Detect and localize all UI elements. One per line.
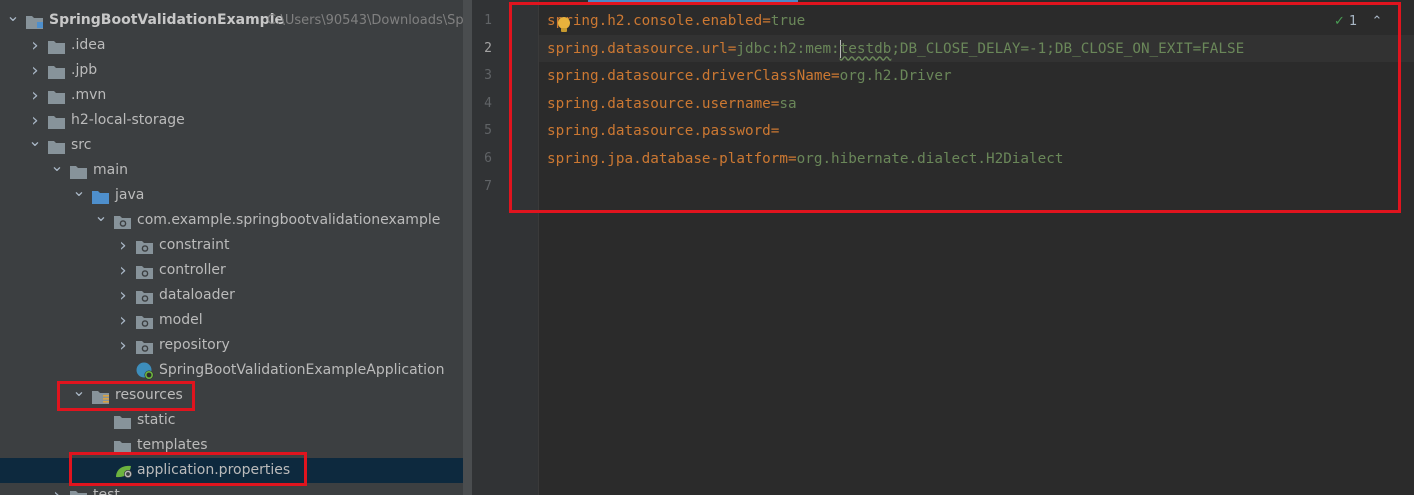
line-number: 7 (484, 178, 492, 194)
tree-item-label: java (115, 187, 145, 203)
chevron-down-icon[interactable]: ⌄ (6, 3, 20, 28)
tree-item-label: .idea (71, 37, 106, 53)
line-number: 2 (484, 40, 492, 56)
chevron-down-icon[interactable]: ⌄ (94, 203, 108, 228)
tree-item[interactable]: static (0, 408, 472, 433)
tree-item[interactable]: ⌄ SpringBootValidationExample C:\Users\905… (0, 6, 472, 33)
chevron-right-icon[interactable]: › (28, 83, 42, 108)
tree-item[interactable]: ⌄ src (0, 131, 472, 158)
tree-item-label: dataloader (159, 287, 235, 303)
tree-item[interactable]: › .mvn (0, 83, 472, 108)
folder-icon (70, 488, 88, 495)
project-tree-panel: ⌄ SpringBootValidationExample C:\Users\905… (0, 0, 472, 495)
chevron-right-icon[interactable]: › (28, 58, 42, 83)
chevron-right-icon[interactable]: › (116, 233, 130, 258)
tree-item-label: SpringBootValidationExample (49, 12, 284, 28)
tree-item[interactable]: › dataloader (0, 283, 472, 308)
tree-item-label: .mvn (71, 87, 107, 103)
tree-item-label: constraint (159, 237, 230, 253)
tree-item-label: h2-local-storage (71, 112, 185, 128)
highlight-box-resources (57, 381, 195, 411)
tree-item[interactable]: ⌄ main (0, 156, 472, 183)
tree-item-label: .jpb (71, 62, 98, 78)
chevron-right-icon[interactable]: › (28, 33, 42, 58)
highlight-box-application-properties (69, 452, 307, 486)
tree-item[interactable]: › .idea (0, 33, 472, 58)
chevron-down-icon[interactable]: ⌄ (28, 128, 42, 153)
tree-item-label: src (71, 137, 92, 153)
line-number: 1 (484, 13, 492, 28)
chevron-right-icon[interactable]: › (116, 333, 130, 358)
tree-item-label: main (93, 162, 128, 178)
tree-item[interactable]: ⌄ java (0, 181, 472, 208)
tree-item[interactable]: › .jpb (0, 58, 472, 83)
tree-item-label: static (137, 412, 176, 428)
tree-item[interactable]: › repository (0, 333, 472, 358)
chevron-right-icon[interactable]: › (116, 283, 130, 308)
tree-item[interactable]: SpringBootValidationExampleApplication (0, 358, 472, 383)
tree-item-label: SpringBootValidationExampleApplication (159, 362, 445, 378)
project-tree: ⌄ SpringBootValidationExample C:\Users\905… (0, 6, 472, 495)
line-number: 3 (484, 68, 492, 84)
chevron-right-icon[interactable]: › (50, 483, 64, 495)
chevron-right-icon[interactable]: › (116, 308, 130, 333)
chevron-right-icon[interactable]: › (116, 258, 130, 283)
line-number: 6 (484, 151, 492, 166)
project-path: C:\Users\90543\Downloads\Spr (267, 13, 469, 28)
tree-scrollbar[interactable] (463, 0, 472, 495)
chevron-down-icon[interactable]: ⌄ (50, 153, 64, 178)
tree-item[interactable]: › constraint (0, 233, 472, 258)
highlight-box-editor (509, 2, 1401, 213)
tree-item-label: com.example.springbootvalidationexample (137, 212, 441, 228)
line-number: 4 (484, 95, 492, 111)
tree-item-label: repository (159, 337, 230, 353)
line-number: 5 (484, 123, 492, 139)
tree-item[interactable]: › h2-local-storage (0, 108, 472, 133)
tree-item[interactable]: ⌄ com.example.springbootvalidationexample (0, 206, 472, 233)
tree-item[interactable]: › controller (0, 258, 472, 283)
tree-item[interactable]: › model (0, 308, 472, 333)
chevron-down-icon[interactable]: ⌄ (72, 178, 86, 203)
tree-item-label: controller (159, 262, 226, 278)
tree-item-label: model (159, 312, 203, 328)
